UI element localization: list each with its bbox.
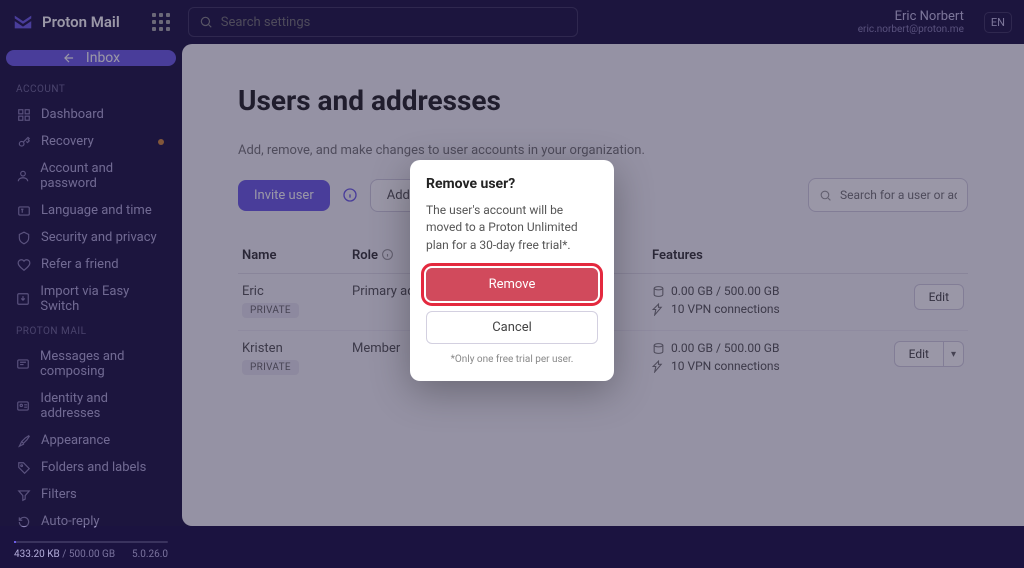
remove-user-modal: Remove user? The user's account will be … <box>410 160 614 381</box>
modal-overlay[interactable]: Remove user? The user's account will be … <box>0 0 1024 526</box>
modal-body: The user's account will be moved to a Pr… <box>426 202 598 254</box>
storage-bar <box>14 541 168 543</box>
sidebar-footer: 433.20 KB / 500.00 GB 5.0.26.0 <box>6 535 176 568</box>
remove-button[interactable]: Remove <box>426 268 598 301</box>
modal-title: Remove user? <box>426 176 598 192</box>
storage-text: 433.20 KB / 500.00 GB <box>14 549 115 560</box>
version-text: 5.0.26.0 <box>132 549 168 560</box>
modal-fineprint: *Only one free trial per user. <box>426 354 598 365</box>
cancel-button[interactable]: Cancel <box>426 311 598 344</box>
